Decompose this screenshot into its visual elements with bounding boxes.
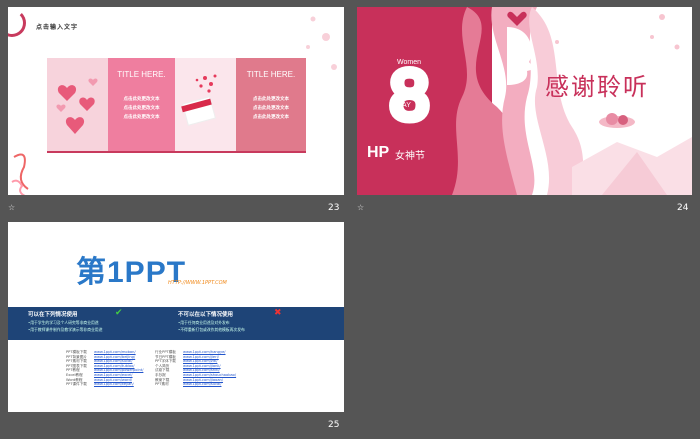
cannot-use-line: •用于任何商业用途及对外发布 <box>178 320 230 325</box>
balloons-hearts-icon <box>56 78 98 134</box>
slide-24-thumbnail[interactable]: 8 Women DAY HP 女神节 感谢聆听 <box>357 7 692 195</box>
svg-text:8: 8 <box>390 56 429 134</box>
cannot-use-title: 不可以在以下情况使用 <box>178 312 234 318</box>
panel-title-1: TITLE HERE. 点击此处更改文本 点击此处更改文本 点击此处更改文本 <box>108 58 175 152</box>
panel-underline <box>47 151 306 153</box>
hp-logo-text: HP <box>367 144 390 161</box>
gift-box-icon <box>181 74 217 126</box>
slide-23-thumbnail[interactable]: 点击输入文字 TITLE HERE. 点击此处更改文本 点击此处更改文本 点击此处更… <box>8 7 344 195</box>
cannot-use-line: •不得重新打包或改作其他模板再次发布 <box>178 327 245 332</box>
slide-number: 23 <box>328 203 340 213</box>
panel-text: 点击此处更改文本 点击此处更改文本 点击此处更改文本 <box>123 97 160 120</box>
panel-hearts-image <box>47 58 108 152</box>
can-use-line: •用于教师课件制作及教学演示等非商业用途 <box>28 327 103 332</box>
panel-title-2: TITLE HERE. 点击此处更改文本 点击此处更改文本 点击此处更改文本 <box>236 58 306 152</box>
slide-number: 24 <box>677 203 689 213</box>
star-icon[interactable]: ☆ <box>8 203 15 212</box>
links-left-urls[interactable]: www.1ppt.com/moban/www.1ppt.com/beijing/… <box>94 350 143 387</box>
festival-text: 女神节 <box>395 151 425 162</box>
can-use-title: 可以在下列情况使用 <box>28 312 78 318</box>
women-text: Women <box>397 59 421 66</box>
links-left-labels: PPT模板下载 PPT背景图片 PPT素材下载 PPT图表下载 PPT教程 Excel教程… <box>66 350 87 387</box>
panel-text: 点击此处更改文本 点击此处更改文本 点击此处更改文本 <box>253 97 289 120</box>
slide-25-thumbnail[interactable]: 第1PPT HTTP://WWW.1PPT.COM 可以在下列情况使用 ✔ •用… <box>8 222 344 412</box>
panel-title: TITLE HERE. <box>117 70 166 79</box>
cross-icon: ✖ <box>274 308 282 318</box>
links-right-labels: 行业PPT模板 节日PPT模板 PPT字体下载 个人简历 试卷下载 手抄报 教案下载 PPT素… <box>155 350 176 387</box>
star-icon[interactable]: ☆ <box>357 203 364 212</box>
slide-number: 25 <box>328 420 340 430</box>
panel-title: TITLE HERE. <box>246 70 296 79</box>
thanks-text: 感谢聆听 <box>545 73 649 101</box>
logo-url: HTTP://WWW.1PPT.COM <box>168 280 227 286</box>
links-right-urls[interactable]: www.1ppt.com/hangye/www.1ppt.com/jieri/w… <box>183 350 236 387</box>
usage-bar: 可以在下列情况使用 ✔ •用于学生的学习及个人研究等非商业用途 •用于教师课件制… <box>8 307 344 340</box>
can-use-line: •用于学生的学习及个人研究等非商业用途 <box>28 320 99 325</box>
check-icon: ✔ <box>115 308 123 318</box>
day-text: DAY <box>397 102 411 109</box>
panel-gift-image <box>175 58 236 152</box>
